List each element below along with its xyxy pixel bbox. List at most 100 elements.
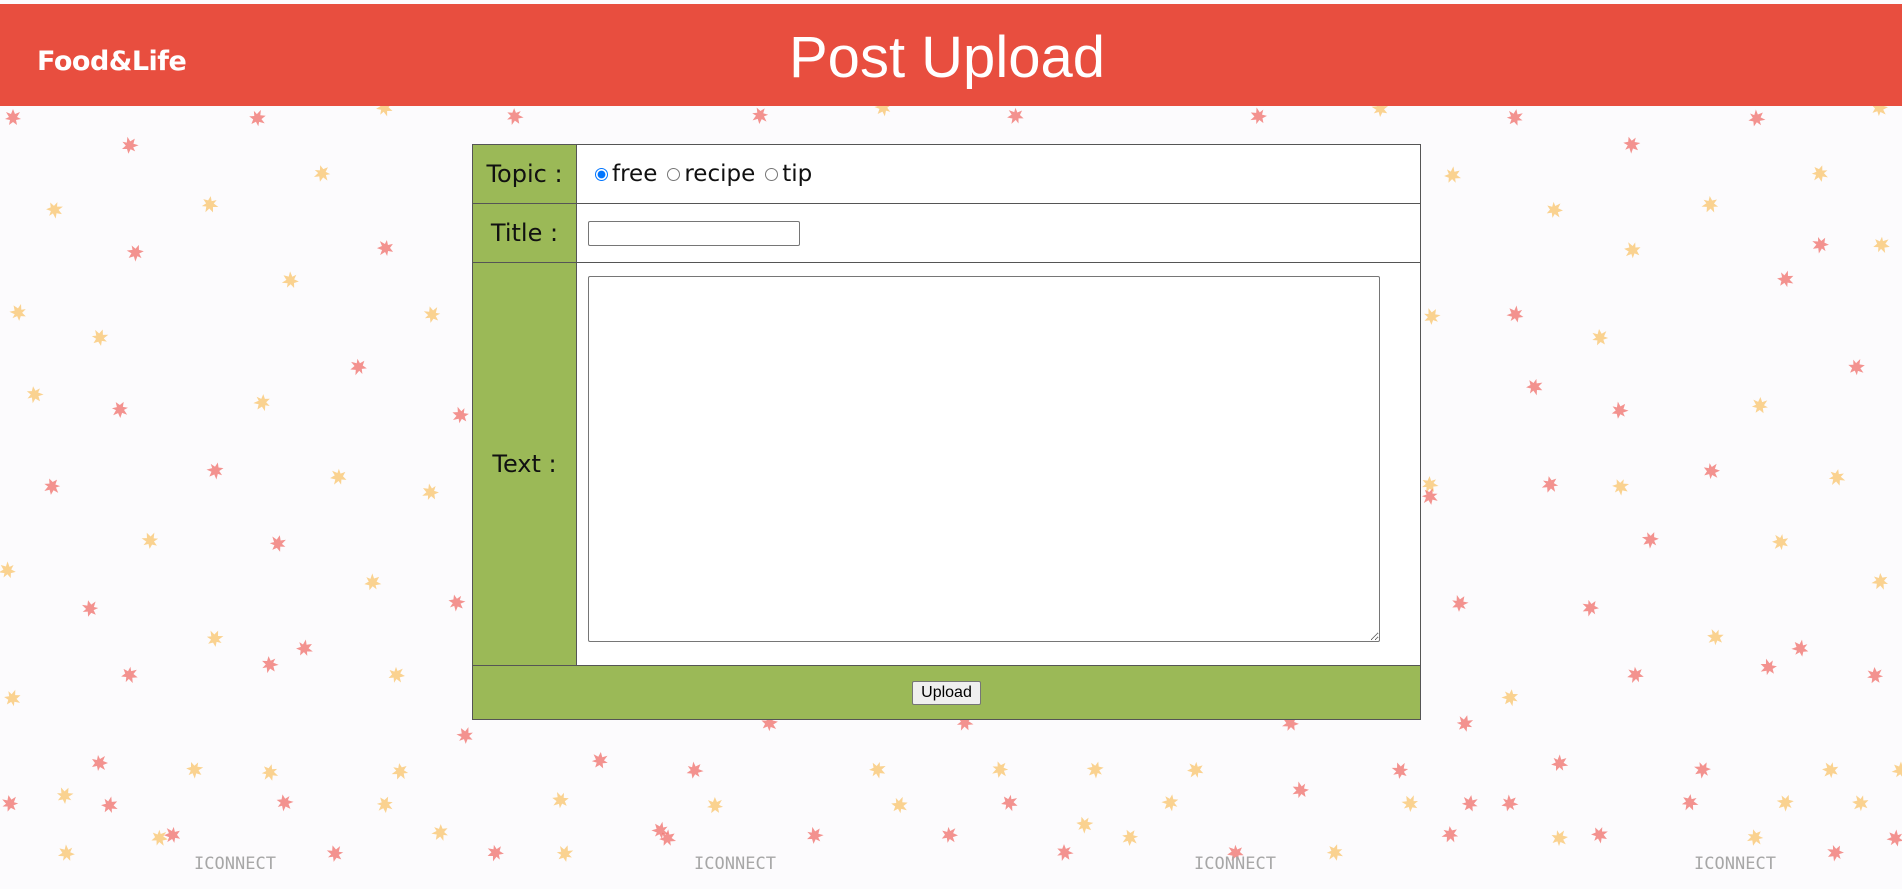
upload-button[interactable]: Upload bbox=[912, 680, 981, 705]
maple-leaf-icon bbox=[752, 107, 769, 124]
maple-leaf-icon bbox=[1456, 715, 1474, 732]
topic-option-label: free bbox=[612, 161, 658, 187]
maple-leaf-icon bbox=[1703, 463, 1720, 480]
maple-leaf-icon bbox=[1326, 844, 1343, 861]
text-row: Text : bbox=[472, 262, 1421, 666]
maple-leaf-icon bbox=[1187, 761, 1204, 778]
maple-leaf-icon bbox=[1421, 488, 1438, 505]
maple-leaf-icon bbox=[431, 824, 448, 841]
maple-leaf-icon bbox=[1611, 401, 1629, 419]
maple-leaf-icon bbox=[1506, 305, 1524, 323]
title-row: Title : bbox=[472, 203, 1421, 263]
maple-leaf-icon bbox=[1891, 761, 1902, 779]
topic-option-tip[interactable]: tip bbox=[759, 161, 812, 187]
page-title: Post Upload bbox=[789, 25, 1105, 90]
maple-leaf-icon bbox=[807, 826, 824, 844]
topic-options-cell: free recipe tip bbox=[576, 144, 1421, 204]
maple-leaf-icon bbox=[1811, 165, 1828, 182]
maple-leaf-icon bbox=[507, 108, 524, 125]
maple-leaf-icon bbox=[1076, 816, 1094, 834]
maple-leaf-icon bbox=[1001, 794, 1018, 812]
maple-leaf-icon bbox=[1541, 476, 1559, 493]
maple-leaf-icon bbox=[1886, 829, 1902, 847]
maple-leaf-icon bbox=[1748, 109, 1766, 127]
maple-leaf-icon bbox=[1551, 830, 1568, 847]
post-upload-form: Topic : free recipe tip Title : Text: U… bbox=[472, 144, 1421, 720]
maple-leaf-icon bbox=[1086, 761, 1104, 779]
maple-leaf-icon bbox=[1526, 378, 1543, 396]
maple-leaf-icon bbox=[1751, 397, 1768, 414]
maple-leaf-icon bbox=[1292, 781, 1309, 799]
maple-leaf-icon bbox=[707, 797, 724, 814]
maple-leaf-icon bbox=[9, 303, 26, 321]
maple-leaf-icon bbox=[1777, 270, 1794, 288]
maple-leaf-icon bbox=[1612, 479, 1630, 496]
topic-option-free[interactable]: free bbox=[589, 161, 657, 187]
maple-leaf-icon bbox=[101, 796, 118, 814]
maple-leaf-icon bbox=[891, 796, 908, 814]
maple-leaf-icon bbox=[44, 478, 61, 495]
maple-leaf-icon bbox=[686, 761, 704, 779]
maple-leaf-icon bbox=[1812, 236, 1829, 254]
maple-leaf-icon bbox=[1828, 469, 1846, 486]
maple-leaf-icon bbox=[1461, 795, 1478, 812]
maple-leaf-icon bbox=[1760, 658, 1777, 676]
maple-leaf-icon bbox=[253, 394, 270, 412]
topic-option-label: recipe bbox=[684, 161, 756, 187]
topic-radio-free[interactable] bbox=[595, 167, 608, 181]
maple-leaf-icon bbox=[57, 844, 75, 861]
maple-leaf-icon bbox=[111, 401, 128, 418]
maple-leaf-icon bbox=[1623, 136, 1641, 154]
maple-leaf-icon bbox=[2, 795, 19, 812]
maple-leaf-icon bbox=[91, 329, 109, 346]
text-area[interactable] bbox=[588, 276, 1380, 642]
title-input[interactable] bbox=[588, 220, 800, 246]
maple-leaf-icon bbox=[452, 406, 469, 424]
maple-leaf-icon bbox=[1501, 794, 1519, 812]
maple-leaf-icon bbox=[1452, 594, 1469, 612]
maple-leaf-icon bbox=[1122, 829, 1139, 846]
maple-leaf-icon bbox=[121, 666, 138, 684]
maple-leaf-icon bbox=[1624, 242, 1641, 259]
maple-leaf-icon bbox=[423, 306, 441, 323]
maple-leaf-icon bbox=[1592, 329, 1609, 346]
maple-leaf-icon bbox=[422, 483, 439, 500]
maple-leaf-icon bbox=[350, 358, 367, 376]
maple-leaf-icon bbox=[552, 791, 569, 809]
topic-radio-recipe[interactable] bbox=[667, 167, 681, 181]
topic-option-label: tip bbox=[782, 161, 813, 187]
maple-leaf-icon bbox=[151, 829, 168, 846]
maple-leaf-icon bbox=[249, 109, 266, 127]
maple-leaf-icon bbox=[1822, 762, 1839, 779]
maple-leaf-icon bbox=[1707, 629, 1724, 646]
maple-leaf-icon bbox=[1852, 795, 1869, 812]
submit-cell: Upload bbox=[472, 665, 1421, 720]
maple-leaf-icon bbox=[1546, 201, 1563, 218]
text-label: Text : bbox=[472, 262, 577, 666]
maple-leaf-icon bbox=[92, 755, 108, 771]
watermark-text: ICONNECT bbox=[194, 854, 276, 874]
maple-leaf-icon bbox=[1161, 794, 1179, 812]
maple-leaf-icon bbox=[296, 639, 313, 656]
maple-leaf-icon bbox=[201, 196, 219, 213]
maple-leaf-icon bbox=[1424, 308, 1441, 325]
top-header: Food&Life Post Upload bbox=[0, 4, 1902, 106]
maple-leaf-icon bbox=[262, 656, 279, 674]
maple-leaf-icon bbox=[992, 761, 1009, 778]
submit-row: Upload bbox=[472, 665, 1421, 720]
maple-leaf-icon bbox=[1401, 795, 1419, 812]
maple-leaf-icon bbox=[269, 535, 286, 552]
maple-leaf-icon bbox=[1873, 236, 1890, 254]
maple-leaf-icon bbox=[4, 689, 21, 707]
maple-leaf-icon bbox=[141, 532, 159, 549]
maple-leaf-icon bbox=[261, 764, 279, 781]
maple-leaf-icon bbox=[1250, 107, 1267, 125]
maple-leaf-icon bbox=[377, 239, 394, 256]
topic-radio-tip[interactable] bbox=[765, 167, 779, 181]
maple-leaf-icon bbox=[206, 462, 224, 480]
maple-leaf-icon bbox=[26, 386, 44, 404]
topic-option-recipe[interactable]: recipe bbox=[661, 161, 755, 187]
watermark-text: ICONNECT bbox=[1694, 854, 1776, 874]
maple-leaf-icon bbox=[1772, 534, 1789, 551]
maple-leaf-icon bbox=[1871, 573, 1889, 590]
